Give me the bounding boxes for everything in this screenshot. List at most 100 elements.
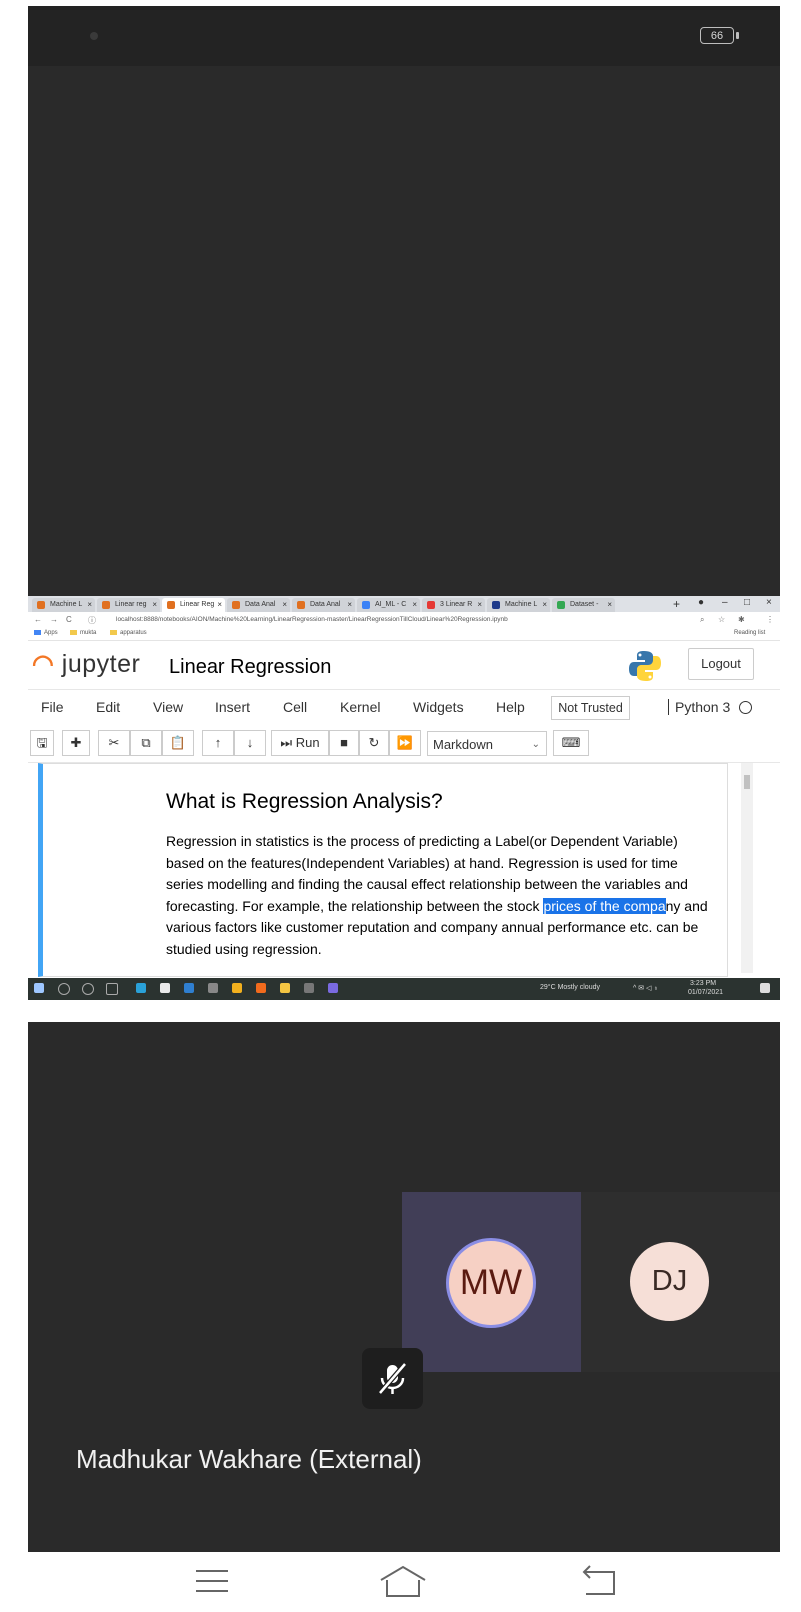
tray-icons[interactable]: ^ ✉ ◁ ♁	[633, 984, 659, 992]
bookmark-folder[interactable]: apparatus	[110, 630, 147, 636]
close-icon[interactable]: ×	[152, 600, 157, 609]
browser-tab[interactable]: Data Anal ×	[227, 598, 290, 612]
clock-date[interactable]: 01/07/2021	[688, 989, 723, 996]
mail-icon[interactable]	[184, 983, 194, 993]
cortana-icon[interactable]	[82, 983, 94, 995]
move-up-icon[interactable]: ↑	[202, 730, 234, 756]
store-icon[interactable]	[160, 983, 170, 993]
app-icon[interactable]	[304, 983, 314, 993]
browser-tab[interactable]: Machine L ×	[32, 598, 95, 612]
minimize-icon[interactable]: –	[722, 597, 728, 608]
task-view-icon[interactable]	[106, 983, 118, 995]
close-icon[interactable]: ×	[217, 600, 222, 609]
menu-cell[interactable]: Cell	[283, 699, 307, 715]
scrollbar-thumb[interactable]	[744, 775, 750, 789]
close-icon[interactable]: ×	[412, 600, 417, 609]
tab-favicon-icon	[492, 601, 500, 609]
browser-tab[interactable]: Linear reg ×	[97, 598, 160, 612]
menu-edit[interactable]: Edit	[96, 699, 120, 715]
media-icon[interactable]	[208, 983, 218, 993]
start-icon[interactable]	[34, 983, 44, 993]
forward-icon[interactable]: →	[50, 615, 58, 624]
extensions-icon[interactable]: ✱	[738, 615, 745, 624]
url-field[interactable]: localhost:8888/notebooks/AION/Machine%20…	[116, 616, 508, 623]
cell-paragraph: Regression in statistics is the process …	[166, 833, 708, 957]
reload-icon[interactable]: C	[66, 615, 72, 624]
clock-time[interactable]: 3:23 PM	[690, 980, 716, 987]
notebook-title[interactable]: Linear Regression	[169, 656, 331, 679]
interrupt-icon[interactable]: ■	[329, 730, 359, 756]
trust-status-button[interactable]: Not Trusted	[551, 696, 630, 720]
window-close-icon[interactable]: ×	[766, 597, 772, 608]
close-icon[interactable]: ×	[87, 600, 92, 609]
bookmark-apps[interactable]: Apps	[34, 630, 58, 636]
menu-help[interactable]: Help	[496, 699, 525, 715]
copy-icon[interactable]: ⧉	[130, 730, 162, 756]
reading-list[interactable]: Reading list	[734, 630, 765, 636]
close-icon[interactable]: ×	[347, 600, 352, 609]
new-tab-icon[interactable]: +	[673, 597, 680, 611]
home-icon[interactable]	[378, 1564, 428, 1600]
run-button[interactable]: ⏭ Run	[271, 730, 329, 756]
profile-icon[interactable]: ●	[698, 597, 704, 608]
menu-kernel[interactable]: Kernel	[340, 699, 380, 715]
close-icon[interactable]: ×	[607, 600, 612, 609]
restart-icon[interactable]: ↻	[359, 730, 389, 756]
maximize-icon[interactable]: □	[744, 597, 750, 608]
tab-favicon-icon	[167, 601, 175, 609]
browser-tab[interactable]: 3 Linear R ×	[422, 598, 485, 612]
back-nav-icon[interactable]	[580, 1564, 620, 1598]
kernel-idle-icon	[739, 701, 752, 714]
tab-favicon-icon	[37, 601, 45, 609]
more-icon[interactable]: ⋮	[766, 615, 774, 624]
edge-icon[interactable]	[136, 983, 146, 993]
zoom-icon[interactable]: ⌕	[700, 615, 704, 625]
keyboard-icon[interactable]: ⌨	[553, 730, 589, 756]
presenter-name: Madhukar Wakhare (External)	[76, 1444, 422, 1474]
file-explorer-icon[interactable]	[280, 983, 290, 993]
chrome-icon[interactable]	[232, 983, 242, 993]
close-icon[interactable]: ×	[542, 600, 547, 609]
status-bar: 66	[28, 6, 780, 66]
markdown-cell[interactable]: What is Regression Analysis? Regression …	[38, 763, 728, 977]
cut-icon[interactable]: ✂	[98, 730, 130, 756]
back-icon[interactable]: ←	[34, 615, 42, 624]
browser-tab[interactable]: Dataset - ×	[552, 598, 615, 612]
logout-button[interactable]: Logout	[688, 648, 754, 680]
search-icon[interactable]	[58, 983, 70, 995]
move-down-icon[interactable]: ↓	[234, 730, 266, 756]
page-scrollbar[interactable]	[741, 763, 753, 973]
shared-screen: Machine L × Linear reg × Linear Reg × Data …	[28, 596, 780, 1022]
close-icon[interactable]: ×	[477, 600, 482, 609]
menu-icon[interactable]	[194, 1566, 230, 1596]
bookmark-folder[interactable]: mukta	[70, 630, 96, 636]
menu-view[interactable]: View	[153, 699, 183, 715]
restart-run-all-icon[interactable]: ⏩	[389, 730, 421, 756]
browser-tab[interactable]: Data Anal ×	[292, 598, 355, 612]
menu-insert[interactable]: Insert	[215, 699, 250, 715]
selected-text: prices of the compa	[543, 897, 666, 914]
star-icon[interactable]: ☆	[718, 615, 725, 624]
save-icon[interactable]: 🖫	[30, 730, 54, 756]
weather-widget[interactable]: 29°C Mostly cloudy	[540, 984, 600, 991]
python-logo-icon	[629, 651, 661, 681]
browser-tab[interactable]: AI_ML - C ×	[357, 598, 420, 612]
paste-icon[interactable]: 📋	[162, 730, 194, 756]
folder-icon	[110, 630, 117, 635]
browser-tab-active[interactable]: Linear Reg ×	[162, 598, 225, 612]
mute-button[interactable]	[362, 1348, 423, 1409]
android-nav-bar	[0, 1552, 801, 1612]
avatar: DJ	[630, 1242, 709, 1321]
notifications-icon[interactable]	[760, 983, 770, 993]
browser-tab[interactable]: Machine L ×	[487, 598, 550, 612]
insert-cell-icon[interactable]: ✚	[62, 730, 90, 756]
close-icon[interactable]: ×	[282, 600, 287, 609]
jupyter-logo[interactable]: ◠ jupyter	[32, 649, 140, 679]
menu-file[interactable]: File	[41, 699, 64, 715]
notebook-menubar: File Edit View Insert Cell Kernel Widget…	[28, 689, 780, 727]
firefox-icon[interactable]	[256, 983, 266, 993]
menu-widgets[interactable]: Widgets	[413, 699, 464, 715]
cell-type-select[interactable]: Markdown ⌄	[427, 731, 547, 756]
teams-icon[interactable]	[328, 983, 338, 993]
notebook-toolbar: 🖫 ✚ ✂ ⧉ 📋 ↑ ↓ ⏭ Run ■ ↻ ⏩ Markdown ⌄ ⌨	[28, 726, 780, 762]
